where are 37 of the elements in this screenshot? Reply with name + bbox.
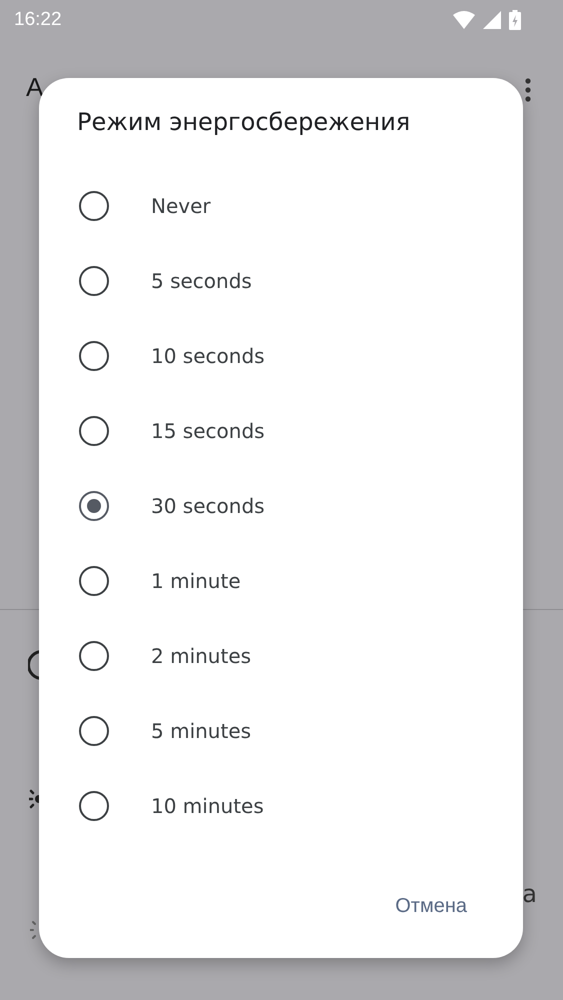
option-label: 5 minutes <box>151 718 252 742</box>
radio-option[interactable]: 5 minutes <box>39 693 523 768</box>
radio-option[interactable]: 10 minutes <box>39 768 523 843</box>
brightness-icon <box>29 787 39 811</box>
option-label: 15 seconds <box>151 418 265 442</box>
dialog-title: Режим энергосбережения <box>77 108 410 136</box>
radio-option[interactable]: 5 seconds <box>39 243 523 318</box>
radio-option[interactable]: Never <box>39 168 523 243</box>
status-time: 16:22 <box>14 9 62 31</box>
battery-icon <box>509 10 521 30</box>
app-title: A <box>26 72 44 102</box>
more-options-icon[interactable] <box>525 78 531 102</box>
radio-button[interactable] <box>79 340 109 370</box>
option-label: 10 minutes <box>151 794 264 818</box>
radio-option[interactable]: 2 minutes <box>39 618 523 693</box>
signal-icon <box>483 11 501 29</box>
option-label: 1 minute <box>151 568 241 592</box>
radio-button[interactable] <box>79 640 109 670</box>
option-label: Never <box>151 194 211 218</box>
wifi-icon <box>453 11 475 29</box>
option-label: 30 seconds <box>151 494 265 518</box>
option-label: 2 minutes <box>151 644 252 668</box>
radio-button[interactable] <box>79 190 109 220</box>
radio-option[interactable]: 15 seconds <box>39 393 523 468</box>
radio-button[interactable] <box>79 716 109 746</box>
radio-option[interactable]: 1 minute <box>39 543 523 618</box>
cancel-button[interactable]: Отмена <box>379 885 483 928</box>
radio-option[interactable]: 10 seconds <box>39 318 523 393</box>
setting-text: a <box>522 880 537 908</box>
radio-option[interactable]: 30 seconds <box>39 468 523 543</box>
radio-button[interactable] <box>79 416 109 446</box>
option-label: 10 seconds <box>151 344 265 368</box>
option-label: 5 seconds <box>151 268 252 292</box>
radio-button[interactable] <box>79 566 109 596</box>
radio-button[interactable] <box>79 266 109 296</box>
radio-button[interactable] <box>79 490 109 520</box>
radio-button[interactable] <box>79 790 109 820</box>
